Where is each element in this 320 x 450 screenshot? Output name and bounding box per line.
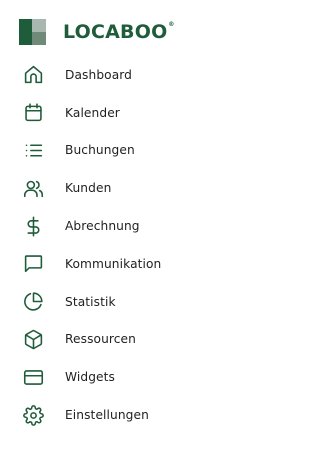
list-icon <box>21 138 45 162</box>
nav-label-buchungen: Buchungen <box>65 143 135 158</box>
nav-item-kalender[interactable]: Kalender <box>0 94 270 132</box>
calendar-icon <box>21 101 45 125</box>
nav-label-kunden: Kunden <box>65 181 112 196</box>
nav-item-statistik[interactable]: Statistik <box>0 283 270 321</box>
message-icon <box>21 252 45 276</box>
users-icon <box>21 176 45 200</box>
nav-label-ressourcen: Ressourcen <box>65 332 136 347</box>
home-icon <box>21 63 45 87</box>
nav-label-kommunikation: Kommunikation <box>65 256 162 271</box>
nav-item-dashboard[interactable]: Dashboard <box>0 56 270 94</box>
nav-label-abrechnung: Abrechnung <box>65 219 140 234</box>
nav-item-abrechnung[interactable]: Abrechnung <box>0 207 270 245</box>
nav-label-dashboard: Dashboard <box>65 67 133 82</box>
sidebar: LOCABOO® Dashboard Kalender Buchungen Ku… <box>0 0 270 450</box>
nav-item-ressourcen[interactable]: Ressourcen <box>0 321 270 359</box>
nav-item-einstellungen[interactable]: Einstellungen <box>0 396 270 434</box>
nav-label-statistik: Statistik <box>65 294 116 309</box>
gear-icon <box>21 403 45 427</box>
credit-card-icon <box>21 365 45 389</box>
nav-item-kommunikation[interactable]: Kommunikation <box>0 245 270 283</box>
registered-mark: ® <box>168 21 175 28</box>
dollar-icon <box>21 214 45 238</box>
nav-item-kunden[interactable]: Kunden <box>0 169 270 207</box>
brand-name: LOCABOO® <box>63 21 175 43</box>
brand-logo[interactable]: LOCABOO® <box>19 19 175 45</box>
nav-label-einstellungen: Einstellungen <box>65 408 149 423</box>
nav-item-buchungen[interactable]: Buchungen <box>0 132 270 170</box>
nav-item-widgets[interactable]: Widgets <box>0 358 270 396</box>
nav-label-widgets: Widgets <box>65 370 115 385</box>
nav-label-kalender: Kalender <box>65 105 120 120</box>
logo-mark-icon <box>19 19 46 45</box>
main-navigation: Dashboard Kalender Buchungen Kunden Abre… <box>0 56 270 434</box>
box-icon <box>21 327 45 351</box>
pie-chart-icon <box>21 290 45 314</box>
